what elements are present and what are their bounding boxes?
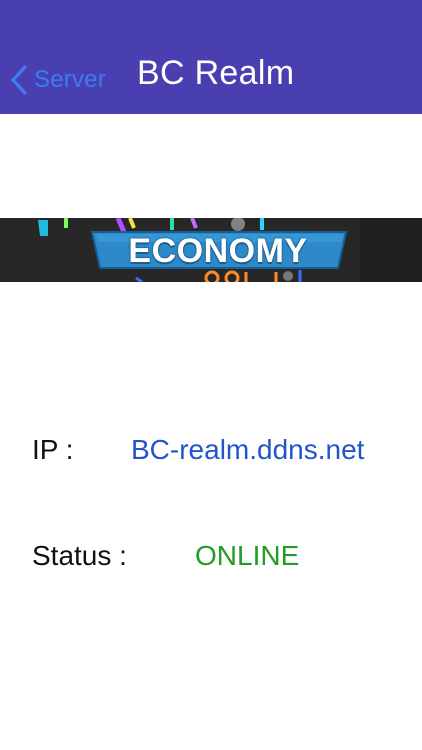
navigation-bar: Server BC Realm [0,0,422,114]
status-label: Status : [32,540,127,571]
ip-address-link[interactable]: BC-realm.ddns.net [131,434,364,466]
ip-label: IP : [32,434,74,465]
back-button[interactable]: Server [10,60,106,100]
banner-title: ECONOMY [128,232,308,270]
status-value: ONLINE [195,540,300,571]
chevron-left-icon [11,65,27,95]
back-button-label: Server [34,66,106,93]
page-title: BC Realm [137,54,295,92]
